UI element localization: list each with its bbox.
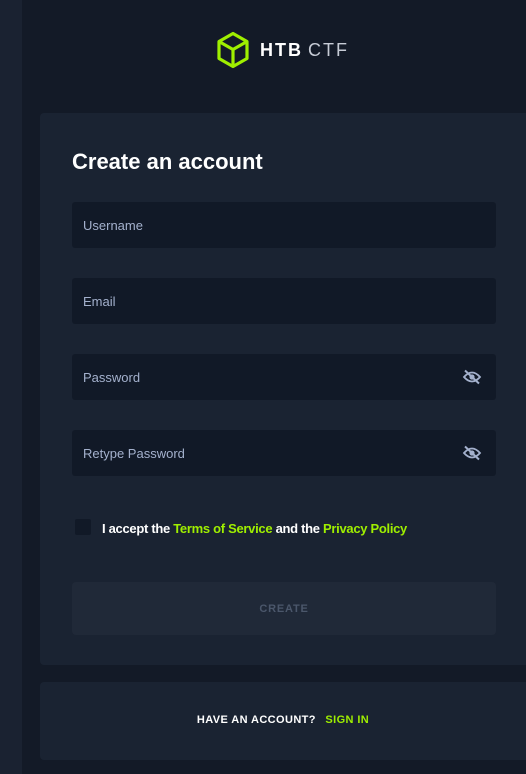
eye-slash-icon[interactable] (462, 369, 482, 385)
username-input[interactable] (72, 202, 496, 248)
password-field-wrapper (72, 354, 496, 400)
terms-of-service-link[interactable]: Terms of Service (173, 521, 272, 536)
email-field-wrapper (72, 278, 496, 324)
terms-prefix-text: I accept the (102, 521, 170, 536)
page-title: Create an account (72, 149, 263, 174)
left-sidebar-strip (0, 0, 22, 774)
have-account-text: HAVE AN ACCOUNT? (196, 714, 316, 726)
brand-name: HTB CTF (260, 40, 349, 61)
brand-name-light: CTF (308, 39, 349, 60)
eye-slash-icon[interactable] (462, 445, 482, 461)
accept-terms-checkbox[interactable] (75, 519, 91, 535)
cube-logo-icon (216, 31, 250, 69)
signin-prompt: HAVE AN ACCOUNT? SIGN IN (40, 714, 526, 726)
accept-terms-label: I accept the Terms of Service and the Pr… (102, 521, 407, 536)
sign-in-link[interactable]: SIGN IN (325, 714, 369, 726)
password-input[interactable] (72, 354, 496, 400)
brand-logo[interactable]: HTB CTF (216, 31, 349, 69)
retype-password-field-wrapper (72, 430, 496, 476)
brand-name-strong: HTB (260, 39, 303, 60)
email-input[interactable] (72, 278, 496, 324)
terms-middle-text: and the (275, 521, 320, 536)
create-button[interactable]: CREATE (72, 582, 496, 635)
username-field-wrapper (72, 202, 496, 248)
retype-password-input[interactable] (72, 430, 496, 476)
privacy-policy-link[interactable]: Privacy Policy (323, 521, 407, 536)
